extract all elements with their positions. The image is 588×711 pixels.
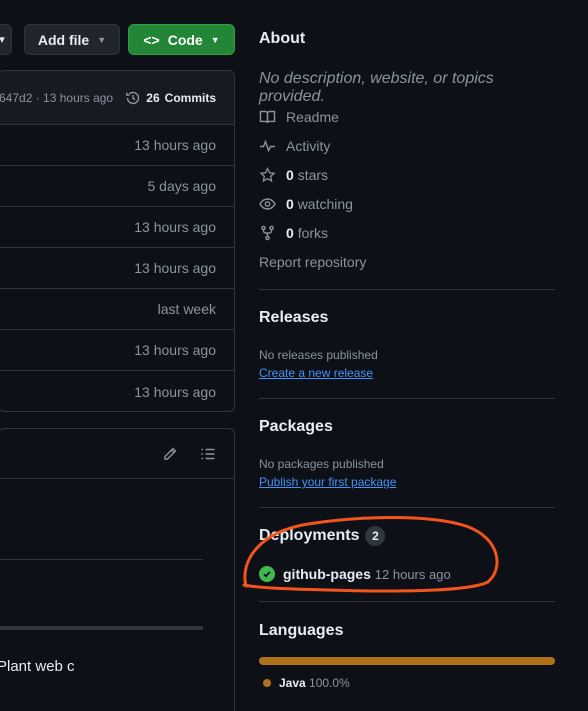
watching-label: watching	[297, 196, 353, 212]
row-time: 5 days ago	[147, 178, 217, 194]
report-repository-link[interactable]: Report repository	[259, 254, 555, 270]
divider	[259, 289, 555, 290]
chevron-down-icon: ▼	[210, 34, 220, 45]
stars-count: 0	[286, 167, 294, 183]
pencil-icon[interactable]	[162, 446, 178, 462]
divider	[0, 626, 203, 630]
create-release-link[interactable]: Create a new release	[259, 366, 555, 380]
row-time: last week	[157, 301, 216, 317]
forks-label: forks	[297, 225, 329, 241]
watching-link[interactable]: 0 watching	[259, 196, 555, 212]
fork-icon	[259, 225, 276, 241]
readme-panel: Plant web c	[0, 428, 235, 711]
readme-label: Readme	[286, 109, 339, 125]
activity-label: Activity	[286, 138, 331, 154]
forks-count: 0	[286, 225, 294, 241]
about-title: About	[259, 30, 306, 47]
eye-icon	[259, 196, 276, 212]
languages-title: Languages	[259, 622, 344, 639]
divider	[0, 559, 203, 560]
chevron-down-icon: ▾	[0, 34, 5, 46]
releases-title[interactable]: Releases	[259, 309, 555, 327]
table-row[interactable]: 13 hours ago	[0, 125, 234, 166]
chevron-down-icon: ▼	[97, 34, 107, 45]
commits-link[interactable]: 26 Commits	[125, 90, 216, 106]
table-row[interactable]: 13 hours ago	[0, 248, 234, 289]
add-file-button[interactable]: Add file ▼	[24, 24, 120, 55]
row-time: 13 hours ago	[134, 260, 216, 276]
readme-link[interactable]: Readme	[259, 109, 555, 125]
forks-link[interactable]: 0 forks	[259, 225, 555, 241]
book-icon	[259, 109, 276, 125]
code-icon: <>	[143, 31, 160, 48]
pulse-icon	[259, 138, 276, 154]
row-time: 13 hours ago	[134, 342, 216, 358]
row-time: 13 hours ago	[134, 219, 216, 235]
divider	[259, 507, 555, 508]
code-button[interactable]: <> Code ▼	[128, 24, 235, 55]
divider	[259, 398, 555, 399]
readme-header	[0, 429, 234, 479]
row-time: 13 hours ago	[134, 383, 216, 400]
commits-count: 26	[146, 90, 160, 105]
readme-text: Plant web c	[0, 658, 75, 675]
file-list: 647d2 · 13 hours ago 26 Commits 13 hours…	[0, 70, 235, 412]
branch-button-partial[interactable]: ▾	[0, 24, 12, 55]
table-row[interactable]: 13 hours ago	[0, 207, 234, 248]
table-row[interactable]: 5 days ago	[0, 166, 234, 207]
table-row[interactable]: last week	[0, 289, 234, 330]
packages-empty: No packages published	[259, 457, 384, 471]
row-time: 13 hours ago	[134, 137, 216, 153]
stars-label: stars	[297, 167, 329, 183]
divider	[259, 601, 555, 602]
packages-title[interactable]: Packages	[259, 418, 555, 436]
repo-page: ▾ Add file ▼ <> Code ▼ 647d2 · 13 hours …	[0, 0, 588, 711]
list-outline-icon[interactable]	[200, 446, 216, 462]
stars-link[interactable]: 0 stars	[259, 167, 555, 183]
language-percent: 100.0%	[309, 676, 350, 690]
table-row[interactable]: 13 hours ago	[0, 330, 234, 371]
annotation-circle	[242, 516, 499, 593]
code-label: Code	[167, 31, 203, 48]
watching-count: 0	[286, 196, 294, 212]
table-row[interactable]: 13 hours ago	[0, 371, 234, 411]
activity-link[interactable]: Activity	[259, 138, 555, 154]
report-label: Report repository	[259, 254, 367, 270]
language-color-dot	[263, 679, 271, 687]
latest-commit-bar: 647d2 · 13 hours ago 26 Commits	[0, 71, 234, 125]
add-file-label: Add file	[37, 31, 90, 48]
publish-package-link[interactable]: Publish your first package	[259, 475, 555, 489]
commit-hash[interactable]: 647d2 · 13 hours ago	[0, 91, 113, 105]
about-description: No description, website, or topics provi…	[259, 70, 494, 105]
commits-label: Commits	[164, 90, 216, 105]
releases-empty: No releases published	[259, 348, 378, 362]
history-icon	[125, 90, 141, 106]
language-bar	[259, 657, 555, 665]
language-item[interactable]: Java 100.0%	[259, 676, 555, 690]
language-name: Java	[279, 676, 306, 690]
star-icon	[259, 167, 276, 183]
